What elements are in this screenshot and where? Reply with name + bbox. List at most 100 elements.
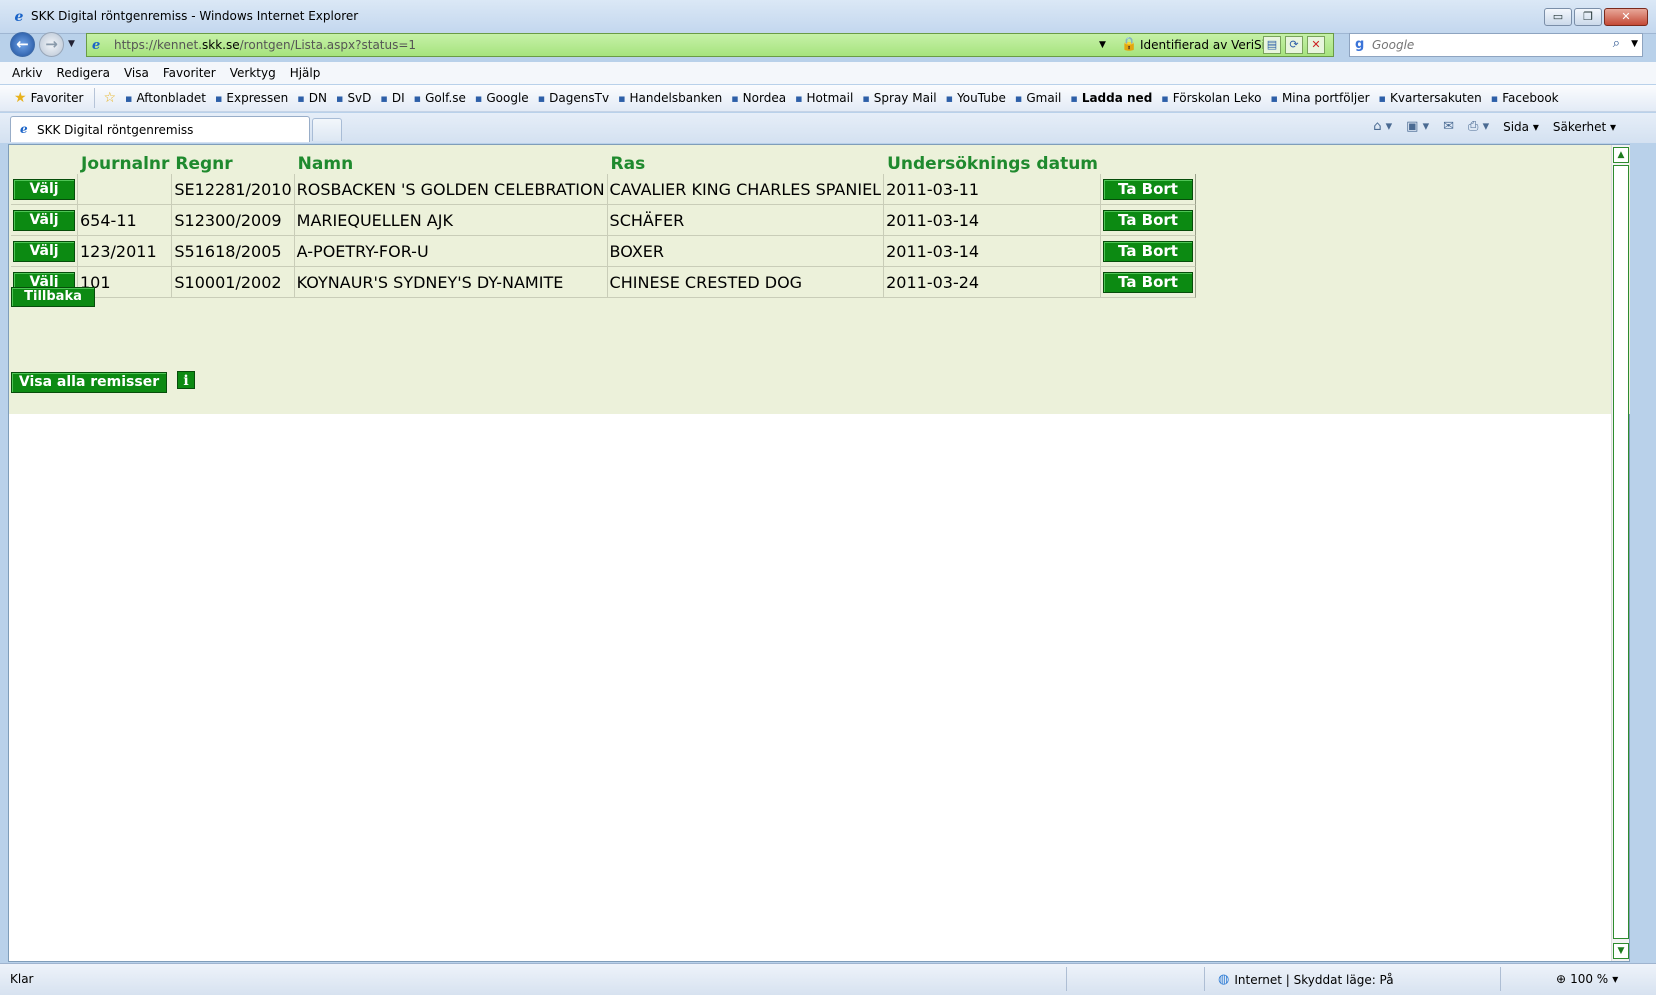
- feeds-icon[interactable]: ▣ ▾: [1406, 119, 1429, 134]
- window-controls: ▭ ❐ ✕: [1544, 8, 1648, 26]
- compatibility-view-icon[interactable]: ▤: [1263, 36, 1281, 54]
- search-icon[interactable]: ⌕: [1613, 36, 1620, 51]
- menu-hjalp[interactable]: Hjälp: [290, 66, 321, 80]
- search-input[interactable]: [1372, 37, 1612, 53]
- search-box[interactable]: g ⌕ ▼: [1349, 33, 1643, 57]
- favorite-link[interactable]: ▪ Gmail: [1015, 91, 1061, 105]
- namn-cell: KOYNAUR'S SYDNEY'S DY-NAMITE: [294, 267, 608, 298]
- minimize-button[interactable]: ▭: [1544, 8, 1572, 26]
- remove-button[interactable]: Ta Bort: [1103, 271, 1194, 293]
- favorite-link[interactable]: ▪ Hotmail: [795, 91, 853, 105]
- new-tab-button[interactable]: [312, 118, 342, 141]
- forward-button[interactable]: →: [39, 32, 64, 57]
- favorite-link[interactable]: ▪ SvD: [336, 91, 371, 105]
- svd-icon: ▪: [335, 91, 344, 105]
- favorite-link[interactable]: ▪ Kvartersakuten: [1379, 91, 1482, 105]
- address-bar[interactable]: e https://kennet.skk.se/rontgen/Lista.as…: [86, 33, 1334, 57]
- favorites-button[interactable]: ★ Favoriter: [14, 90, 83, 106]
- favorite-link[interactable]: ▪ Spray Mail: [862, 91, 936, 105]
- remove-button[interactable]: Ta Bort: [1103, 240, 1194, 262]
- content-viewport: Journalnr Regnr Namn Ras Undersöknings d…: [8, 144, 1630, 962]
- page-menu[interactable]: Sida ▾: [1503, 120, 1539, 134]
- tab-title: SKK Digital röntgenremiss: [37, 123, 194, 137]
- menu-visa[interactable]: Visa: [124, 66, 149, 80]
- add-favorite-star-icon: ☆: [103, 90, 117, 106]
- menu-redigera[interactable]: Redigera: [57, 66, 110, 80]
- favorite-link[interactable]: ▪ Google: [475, 91, 529, 105]
- maximize-button[interactable]: ❐: [1574, 8, 1602, 26]
- print-icon[interactable]: ⎙ ▾: [1468, 119, 1489, 134]
- vertical-scrollbar[interactable]: ▲ ▼: [1611, 145, 1629, 961]
- favorite-folder[interactable]: ▪ Ladda ned: [1070, 91, 1152, 105]
- hotmail-icon: ▪: [795, 91, 803, 105]
- lock-icon[interactable]: 🔒: [1121, 37, 1137, 52]
- page-icon: ▪: [537, 91, 546, 105]
- column-header: Regnr: [175, 154, 233, 174]
- add-to-favorites-button[interactable]: ☆: [103, 90, 116, 106]
- aftonbladet-icon: ▪: [125, 91, 133, 105]
- favorite-link[interactable]: ▪ Förskolan Leko: [1161, 91, 1261, 105]
- favorite-link[interactable]: ▪ Mina portföljer: [1270, 91, 1369, 105]
- column-header: [1101, 147, 1196, 174]
- scroll-thumb[interactable]: [1613, 165, 1629, 939]
- window-titlebar: e SKK Digital röntgenremiss - Windows In…: [0, 0, 1656, 34]
- info-icon[interactable]: i: [177, 371, 195, 389]
- stop-icon[interactable]: ✕: [1307, 36, 1325, 54]
- dots-icon: ▪: [1270, 91, 1278, 105]
- scroll-down-icon[interactable]: ▼: [1613, 943, 1629, 959]
- back-link-button[interactable]: Tillbaka: [11, 287, 95, 307]
- zoom-dropdown-icon[interactable]: ▾: [1612, 972, 1618, 986]
- page-icon: ▪: [1161, 91, 1169, 105]
- back-button[interactable]: ←: [10, 32, 35, 57]
- scroll-up-icon[interactable]: ▲: [1613, 147, 1629, 163]
- favorite-link[interactable]: ▪ DI: [380, 91, 404, 105]
- menu-favoriter[interactable]: Favoriter: [163, 66, 216, 80]
- spray-icon: ▪: [862, 91, 870, 105]
- favorite-link[interactable]: ▪ YouTube: [946, 91, 1006, 105]
- show-all-button[interactable]: Visa alla remisser: [11, 372, 167, 393]
- datum-cell: 2011-03-14: [884, 205, 1102, 236]
- table-header-row: Journalnr Regnr Namn Ras Undersöknings d…: [11, 147, 1196, 174]
- youtube-icon: ▪: [945, 91, 954, 105]
- search-options-dropdown-icon[interactable]: ▼: [1631, 39, 1638, 49]
- home-icon[interactable]: ⌂ ▾: [1373, 119, 1392, 134]
- tab-active[interactable]: e SKK Digital röntgenremiss: [10, 116, 310, 142]
- safety-menu[interactable]: Säkerhet ▾: [1553, 120, 1616, 134]
- favorite-link[interactable]: ▪ Expressen: [215, 91, 288, 105]
- menu-verktyg[interactable]: Verktyg: [230, 66, 276, 80]
- ie-logo-icon: e: [14, 9, 24, 25]
- favorite-link[interactable]: ▪ Nordea: [731, 91, 786, 105]
- expressen-icon: ▪: [214, 91, 223, 105]
- refresh-icon[interactable]: ⟳: [1285, 36, 1303, 54]
- select-button[interactable]: Välj: [13, 179, 75, 200]
- security-zone[interactable]: ◍ Internet | Skyddat läge: På: [1218, 972, 1394, 987]
- favorite-link[interactable]: ▪ DagensTv: [538, 91, 609, 105]
- namn-cell: ROSBACKEN 'S GOLDEN CELEBRATION: [294, 174, 608, 205]
- favorite-link[interactable]: ▪ DN: [297, 91, 327, 105]
- remove-button[interactable]: Ta Bort: [1103, 209, 1194, 231]
- page-icon: ▪: [1014, 91, 1023, 105]
- facebook-icon: ▪: [1490, 91, 1499, 105]
- regnr-cell: SE12281/2010: [172, 174, 295, 205]
- table-row: Välj 123/2011 S51618/2005 A-POETRY-FOR-U…: [11, 236, 1197, 267]
- favorite-link[interactable]: ▪ Facebook: [1491, 91, 1559, 105]
- address-dropdown-icon[interactable]: ▼: [1099, 40, 1106, 50]
- select-button[interactable]: Välj: [13, 210, 75, 231]
- history-dropdown-icon[interactable]: ▼: [68, 39, 75, 49]
- favorite-link[interactable]: ▪ Handelsbanken: [618, 91, 722, 105]
- zoom-control[interactable]: ⊕ 100 % ▾: [1556, 972, 1618, 986]
- favorite-link[interactable]: ▪ Aftonbladet: [125, 91, 206, 105]
- ras-cell: SCHÄFER: [607, 205, 885, 236]
- window-title: SKK Digital röntgenremiss - Windows Inte…: [31, 9, 359, 23]
- select-button[interactable]: Välj: [13, 241, 75, 262]
- remove-button[interactable]: Ta Bort: [1103, 178, 1194, 200]
- security-identity[interactable]: Identifierad av VeriSign: [1140, 38, 1280, 52]
- address-url[interactable]: https://kennet.skk.se/rontgen/Lista.aspx…: [114, 38, 416, 52]
- favorite-link[interactable]: ▪ Golf.se: [414, 91, 466, 105]
- mail-icon[interactable]: ✉: [1443, 119, 1454, 134]
- menu-arkiv[interactable]: Arkiv: [12, 66, 43, 80]
- column-header: Undersöknings datum: [887, 154, 1099, 174]
- favorites-separator: [94, 88, 96, 108]
- close-button[interactable]: ✕: [1604, 8, 1648, 26]
- google-icon: ▪: [474, 91, 483, 105]
